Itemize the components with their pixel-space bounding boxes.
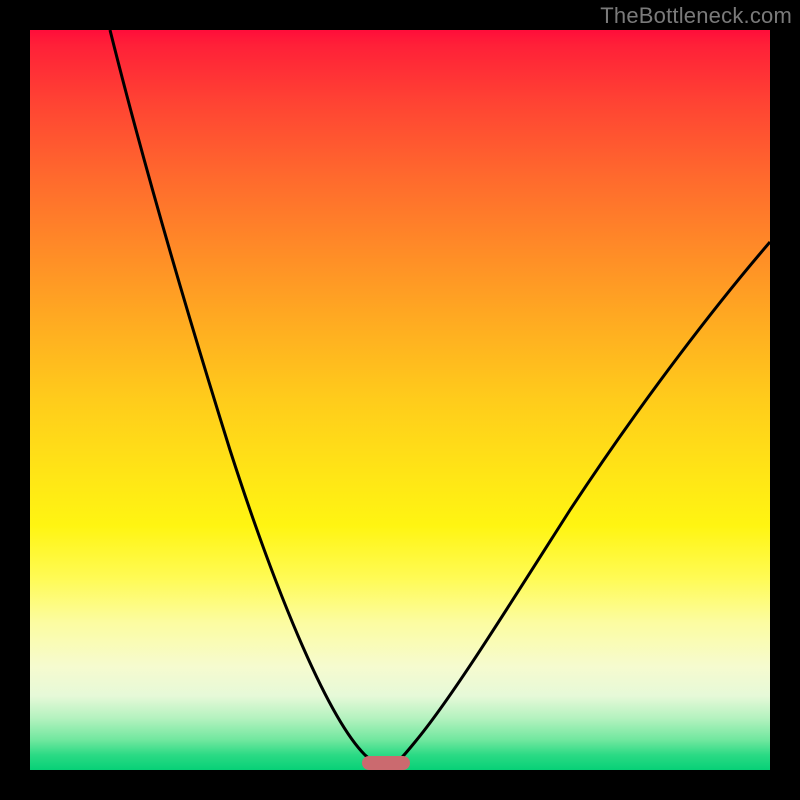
optimal-marker [362,756,410,770]
watermark-text: TheBottleneck.com [600,3,792,29]
right-branch [390,242,770,769]
plot-area [30,30,770,770]
bottleneck-curve [30,30,770,770]
left-branch [110,30,383,769]
chart-frame: TheBottleneck.com [0,0,800,800]
